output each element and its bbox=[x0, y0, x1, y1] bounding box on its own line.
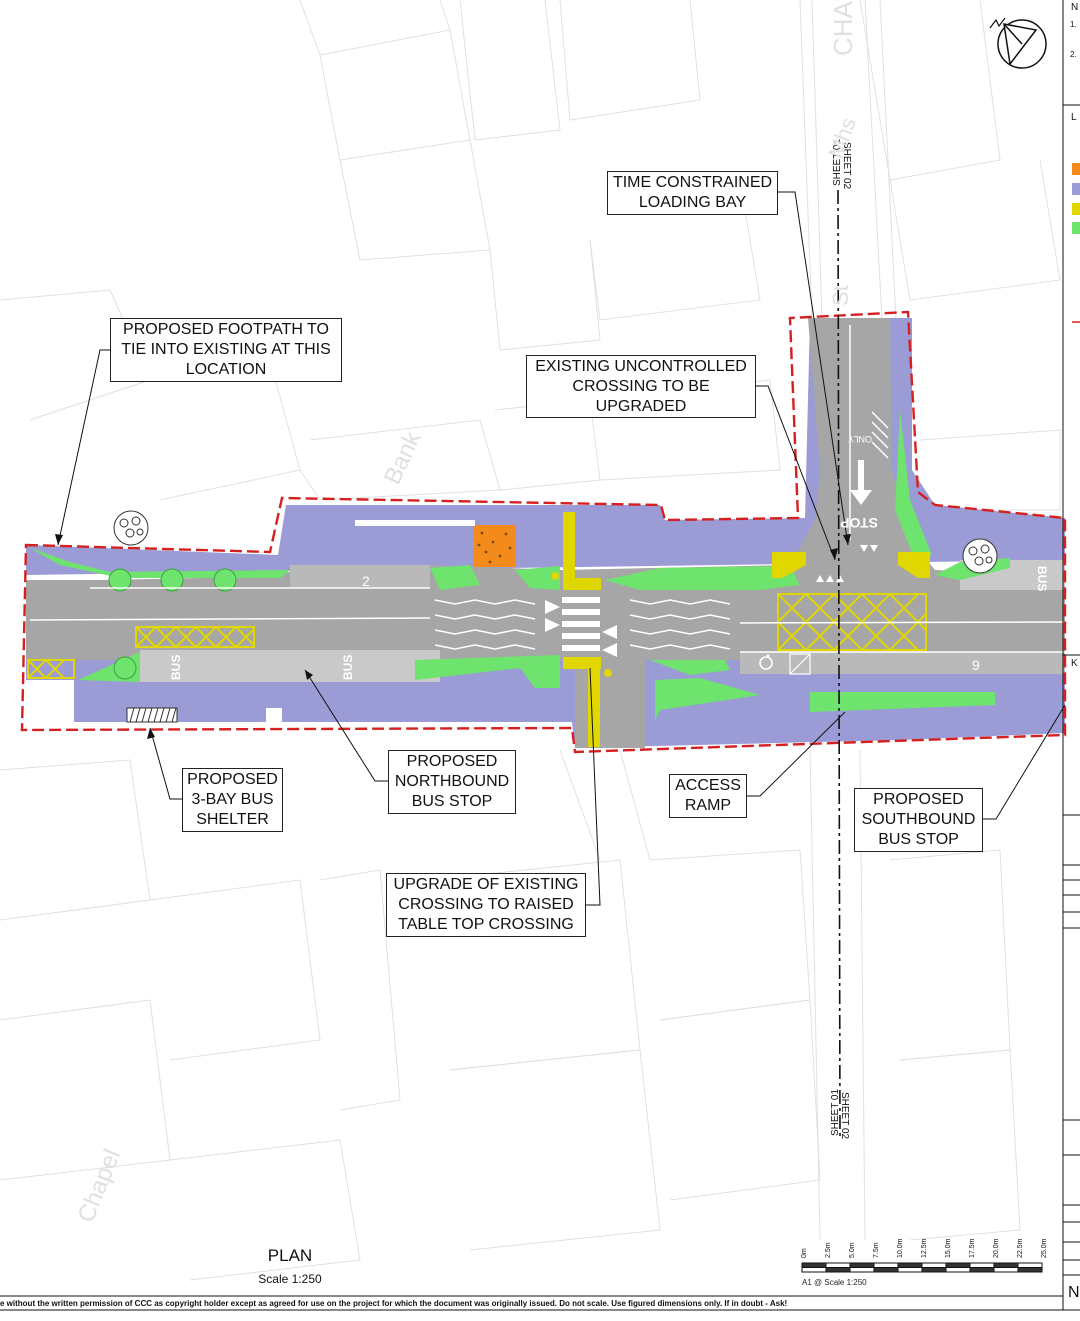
sheet-mark: SHEET 02 bbox=[839, 1092, 850, 1139]
shrub-icon bbox=[962, 538, 998, 574]
callout-proposed-bus-shelter: PROPOSED 3-BAY BUS SHELTER bbox=[182, 768, 283, 832]
shelter-gap bbox=[266, 708, 282, 722]
copyright-disclaimer: e without the written permission of CCC … bbox=[0, 1299, 788, 1308]
legend-swatches bbox=[1072, 163, 1080, 323]
legend-heading: L bbox=[1071, 112, 1077, 123]
callout-raised-table-crossing: UPGRADE OF EXISTING CROSSING TO RAISED T… bbox=[386, 873, 586, 937]
drawing-number-heading: N bbox=[1068, 1284, 1080, 1301]
scale-tick-label: 25.0m bbox=[1041, 1238, 1048, 1258]
bus-marking: BUS bbox=[341, 655, 355, 680]
bus-lay-by-north bbox=[140, 650, 440, 682]
bus-shelter-hatch bbox=[126, 707, 178, 723]
shrub-icon bbox=[113, 510, 149, 546]
scale-bar bbox=[801, 1262, 1043, 1273]
callout-existing-uncontrolled-crossing: EXISTING UNCONTROLLED CROSSING TO BE UPG… bbox=[526, 355, 756, 418]
scale-tick-label: 17.5m bbox=[969, 1238, 976, 1258]
scale-tick-label: 5.0m bbox=[849, 1242, 856, 1258]
scale-tick-label: 10.0m bbox=[897, 1238, 904, 1258]
note-2: 2. bbox=[1070, 50, 1077, 59]
bay-number-2: 2 bbox=[362, 573, 370, 589]
only-marking: ONLY bbox=[848, 434, 872, 444]
street-name: Bank bbox=[379, 427, 427, 489]
callout-proposed-northbound-bus-stop: PROPOSED NORTHBOUND BUS STOP bbox=[388, 750, 516, 814]
scale-bar-ticks: 0m 2.5m 5.0m 7.5m 10.0m 12.5m 15.0m 17.5m 20.0m 2… bbox=[801, 1238, 1048, 1258]
scale-tick-label: 22.5m bbox=[1017, 1238, 1024, 1258]
callout-access-ramp: ACCESS RAMP bbox=[669, 774, 747, 818]
site-plan-drawing: 2 9 BUS BUS BUS STOP ONLY SHEET 01 SHEET… bbox=[0, 0, 1080, 1311]
bus-marking: BUS bbox=[1035, 566, 1049, 591]
street-name: Chapel bbox=[73, 1146, 127, 1227]
north-arrow-icon bbox=[989, 17, 1047, 69]
stop-marking: STOP bbox=[840, 515, 878, 531]
lay-by-2 bbox=[290, 565, 430, 587]
resurfacing-patch bbox=[474, 525, 516, 567]
callout-proposed-southbound-bus-stop: PROPOSED SOUTHBOUND BUS STOP bbox=[854, 788, 983, 852]
plan-title: PLAN bbox=[267, 1246, 313, 1265]
street-name: St bbox=[828, 285, 853, 306]
scale-tick-label: 0m bbox=[801, 1248, 808, 1258]
scale-tick-label: 15.0m bbox=[945, 1238, 952, 1258]
scale-tick-label: 2.5m bbox=[825, 1242, 832, 1258]
scale-tick-label: 7.5m bbox=[873, 1242, 880, 1258]
street-name: CHA bbox=[828, 0, 858, 56]
callout-time-constrained-loading-bay: TIME CONSTRAINED LOADING BAY bbox=[607, 171, 778, 215]
scale-tick-label: 12.5m bbox=[921, 1238, 928, 1258]
scale-tick-label: 20.0m bbox=[993, 1238, 1000, 1258]
notes-heading: N bbox=[1071, 2, 1079, 13]
wall-notch bbox=[355, 520, 475, 526]
note-1: 1. bbox=[1070, 20, 1077, 29]
key-plan-heading: K bbox=[1071, 658, 1078, 669]
bay-number-9: 9 bbox=[972, 657, 980, 673]
lay-by-9 bbox=[740, 652, 1065, 674]
plan-scale: Scale 1:250 bbox=[258, 1272, 322, 1286]
street-name: Mhs bbox=[823, 114, 861, 162]
scale-bar-caption: A1 @ Scale 1:250 bbox=[802, 1278, 867, 1287]
callout-proposed-footpath: PROPOSED FOOTPATH TO TIE INTO EXISTING A… bbox=[110, 318, 342, 382]
bus-marking: BUS bbox=[169, 655, 183, 680]
